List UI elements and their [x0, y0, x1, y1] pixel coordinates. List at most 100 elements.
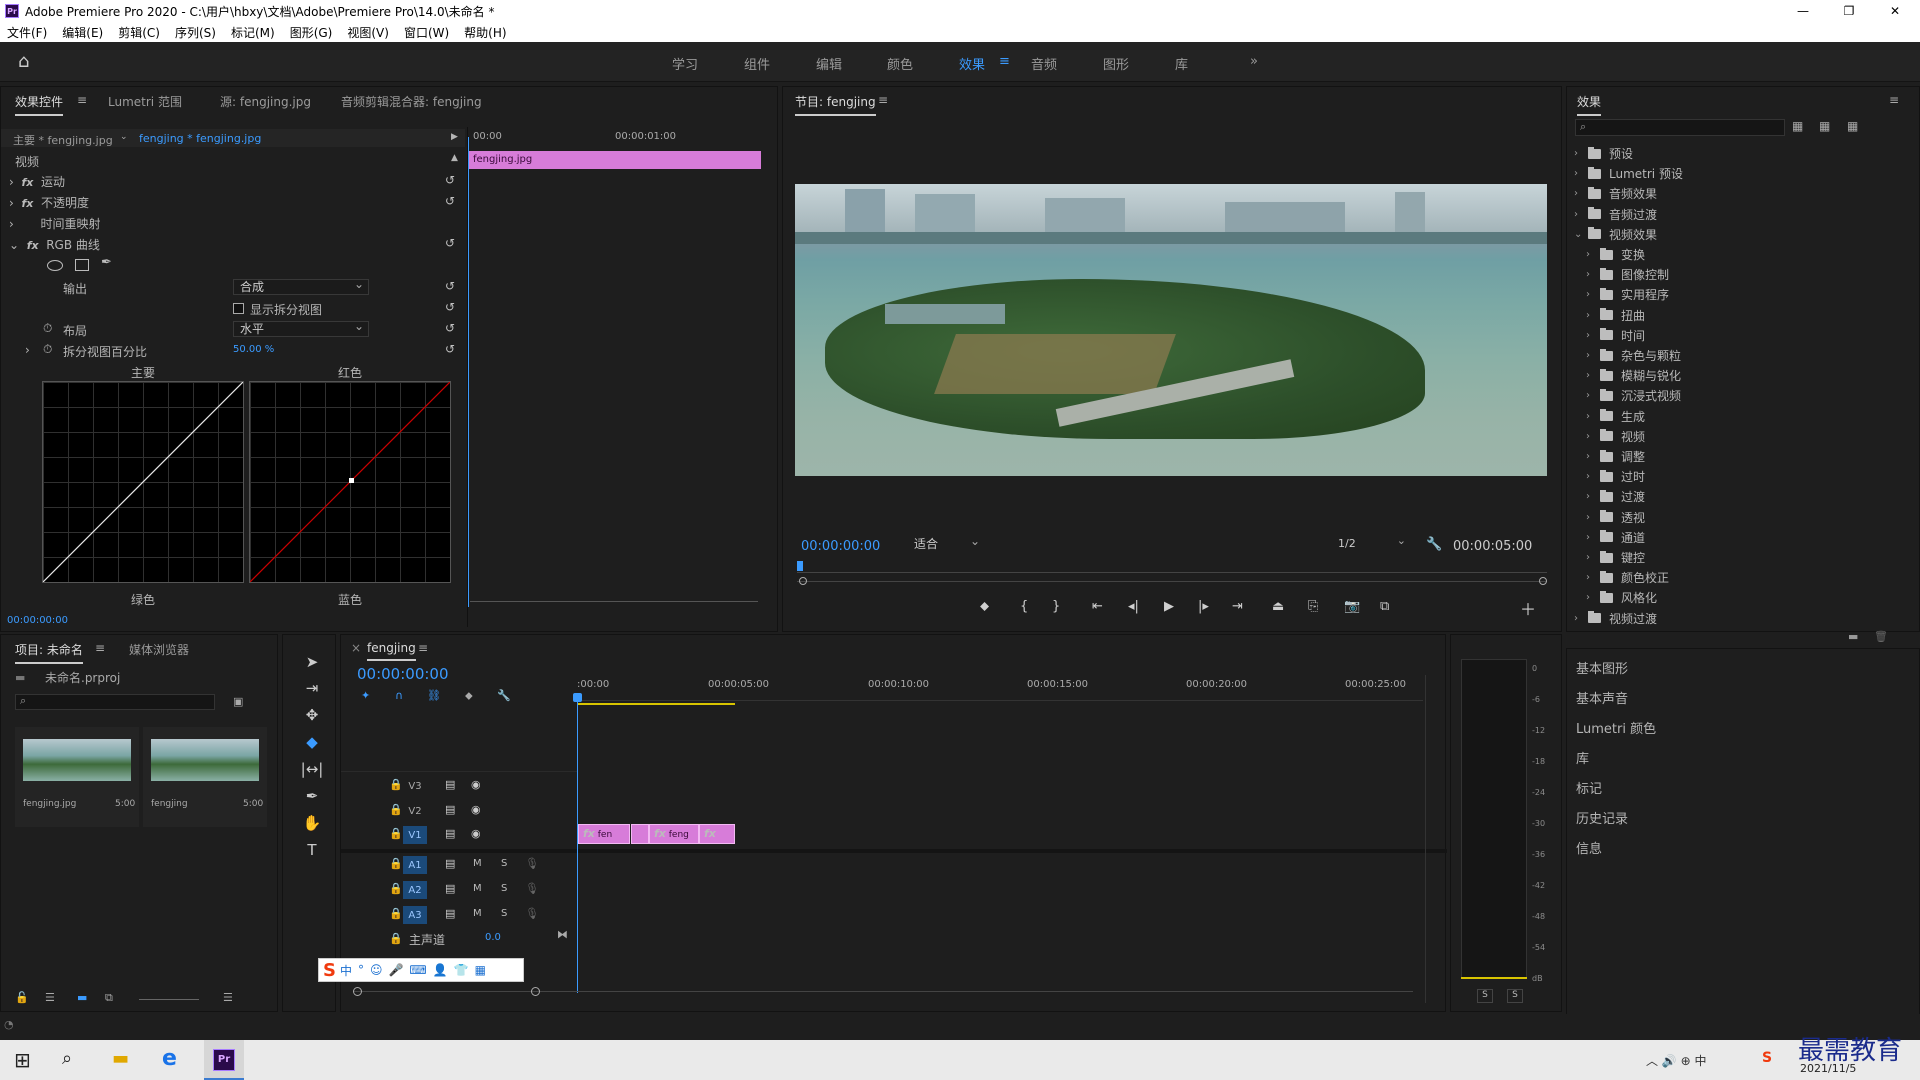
video-clip[interactable]: [631, 824, 649, 844]
ec-playhead[interactable]: [468, 137, 469, 607]
panel-essential-graphics[interactable]: 基本图形: [1576, 658, 1628, 677]
chevron-right-icon[interactable]: ›: [1574, 209, 1588, 220]
effects-tree-item[interactable]: › 时间: [1586, 327, 1645, 344]
stopwatch-icon[interactable]: ⏱: [43, 342, 52, 357]
microphone-icon[interactable]: 🎙: [525, 907, 539, 920]
timeline-settings-icon[interactable]: 🔧: [497, 689, 511, 702]
panel-lumetri-color[interactable]: Lumetri 颜色: [1576, 718, 1656, 737]
output-dropdown[interactable]: 合成: [233, 277, 369, 295]
reset-icon[interactable]: ↺: [445, 300, 455, 314]
program-zoom-bar[interactable]: [797, 581, 1547, 582]
linked-selection-icon[interactable]: ⛓: [427, 689, 441, 702]
program-title[interactable]: 节目: fengjing: [795, 93, 876, 116]
chevron-right-icon[interactable]: ›: [1586, 289, 1600, 300]
chevron-right-icon[interactable]: ›: [1586, 370, 1600, 381]
ime-tools-icon[interactable]: °☺🎤⌨👤👕▦: [358, 963, 492, 977]
pen-mask-icon[interactable]: ✒: [101, 255, 112, 270]
reset-icon[interactable]: ↺: [445, 194, 455, 208]
project-item[interactable]: fengjing 5:00: [143, 727, 267, 827]
track-lock-icon[interactable]: 🔒: [389, 907, 403, 920]
hand-tool-icon[interactable]: ✋: [300, 813, 324, 833]
workspace-audio[interactable]: 音频: [1031, 54, 1057, 73]
effects-search-input[interactable]: ⌕: [1575, 119, 1785, 136]
track-lock-icon[interactable]: 🔒: [389, 827, 403, 840]
clip-selector[interactable]: fengjing * fengjing.jpg: [139, 132, 261, 145]
effects-tree-item[interactable]: › 音频效果: [1574, 185, 1657, 202]
chevron-right-icon[interactable]: ›: [1574, 188, 1588, 199]
home-icon[interactable]: ⌂: [18, 51, 29, 72]
chevron-right-icon[interactable]: ›: [1586, 249, 1600, 260]
sync-lock-icon[interactable]: ▤: [445, 827, 455, 840]
effects-tree-item[interactable]: › 键控: [1586, 549, 1645, 566]
selection-tool-icon[interactable]: ➤: [300, 652, 324, 672]
search-icon[interactable]: ⌕: [62, 1048, 72, 1069]
menu-file[interactable]: 文件(F): [0, 24, 55, 41]
chevron-right-icon[interactable]: ›: [1586, 350, 1600, 361]
tab-source[interactable]: 源: fengjing.jpg: [220, 93, 311, 110]
effects-tree-item[interactable]: › 颜色校正: [1586, 569, 1669, 586]
solo-button[interactable]: S: [501, 883, 507, 894]
track-lock-icon[interactable]: 🔒: [389, 882, 403, 895]
workspace-libraries[interactable]: 库: [1175, 54, 1188, 73]
collapse-icon[interactable]: ▲: [451, 153, 458, 163]
track-a1[interactable]: A1: [403, 856, 427, 874]
ellipse-mask-icon[interactable]: [47, 260, 63, 271]
step-back-icon[interactable]: ◂|: [1128, 599, 1139, 614]
sync-lock-icon[interactable]: ▤: [445, 907, 455, 920]
sync-lock-icon[interactable]: ▤: [445, 778, 455, 791]
menu-view[interactable]: 视图(V): [340, 24, 397, 41]
reset-icon[interactable]: ↺: [445, 236, 455, 250]
sort-icon[interactable]: ☰: [223, 991, 233, 1004]
master-curve-graph[interactable]: [42, 381, 244, 583]
new-bin-icon[interactable]: ▬: [1848, 630, 1858, 643]
panel-menu-icon[interactable]: ≡: [95, 641, 105, 655]
motion-effect-row[interactable]: › fx 运动: [9, 173, 65, 190]
effect-controls-timecode[interactable]: 00:00:00:00: [7, 615, 68, 626]
program-video-frame[interactable]: [795, 184, 1547, 476]
menu-graphics[interactable]: 图形(G): [283, 24, 341, 41]
snap-icon[interactable]: ∩: [395, 689, 403, 702]
effects-tree-item[interactable]: › 实用程序: [1586, 286, 1669, 303]
more-workspaces-icon[interactable]: »: [1250, 54, 1258, 69]
ec-zoom-bar[interactable]: [470, 601, 758, 605]
effects-tree-item[interactable]: › 预设: [1574, 145, 1633, 162]
mute-button[interactable]: M: [473, 858, 482, 869]
edge-icon[interactable]: e: [162, 1046, 177, 1071]
fit-dropdown[interactable]: 适合: [907, 534, 985, 552]
workspace-editing[interactable]: 编辑: [816, 54, 842, 73]
meter-solo-right[interactable]: S: [1507, 989, 1523, 1003]
tab-lumetri-scopes[interactable]: Lumetri 范围: [108, 93, 182, 110]
freeform-view-icon[interactable]: ⧉: [105, 991, 113, 1005]
effects-title[interactable]: 效果: [1577, 93, 1602, 116]
comparison-view-icon[interactable]: ⧉: [1380, 599, 1389, 614]
tab-media-browser[interactable]: 媒体浏览器: [129, 641, 189, 658]
list-view-icon[interactable]: ☰: [45, 991, 55, 1004]
chevron-right-icon[interactable]: ›: [1586, 512, 1600, 523]
chevron-right-icon[interactable]: ›: [1586, 471, 1600, 482]
reset-icon[interactable]: ↺: [445, 342, 455, 356]
tab-audio-clip-mixer[interactable]: 音频剪辑混合器: fengjing: [341, 93, 482, 110]
menu-window[interactable]: 窗口(W): [397, 24, 457, 41]
track-v2[interactable]: V2: [403, 802, 427, 820]
delete-icon[interactable]: 🗑: [1874, 630, 1888, 643]
button-editor-icon[interactable]: ＋: [1520, 596, 1536, 620]
rectangle-mask-icon[interactable]: [75, 259, 89, 271]
32bit-effects-icon[interactable]: ▦: [1819, 119, 1830, 133]
effects-tree-item[interactable]: › 风格化: [1586, 589, 1657, 606]
solo-button[interactable]: S: [501, 858, 507, 869]
track-v3[interactable]: V3: [403, 777, 427, 795]
track-lock-icon[interactable]: 🔒: [389, 932, 403, 945]
panel-libraries[interactable]: 库: [1576, 748, 1589, 767]
workspace-menu-icon[interactable]: ≡: [999, 54, 1010, 69]
chevron-right-icon[interactable]: ›: [1586, 330, 1600, 341]
panel-menu-icon[interactable]: ≡: [77, 93, 87, 107]
chevron-right-icon[interactable]: ›: [1586, 491, 1600, 502]
effects-tree-item[interactable]: › 变换: [1586, 246, 1645, 263]
effects-tree-item[interactable]: › Lumetri 预设: [1574, 165, 1683, 182]
effects-tree-item[interactable]: › 调整: [1586, 448, 1645, 465]
chevron-down-icon[interactable]: ⌄: [120, 132, 128, 142]
play-icon[interactable]: ▶: [1164, 599, 1174, 614]
effects-tree-item[interactable]: ⌄ 视频效果: [1574, 226, 1657, 243]
panel-menu-icon[interactable]: ≡: [418, 641, 428, 655]
chevron-down-icon[interactable]: ⌄: [1574, 229, 1588, 240]
